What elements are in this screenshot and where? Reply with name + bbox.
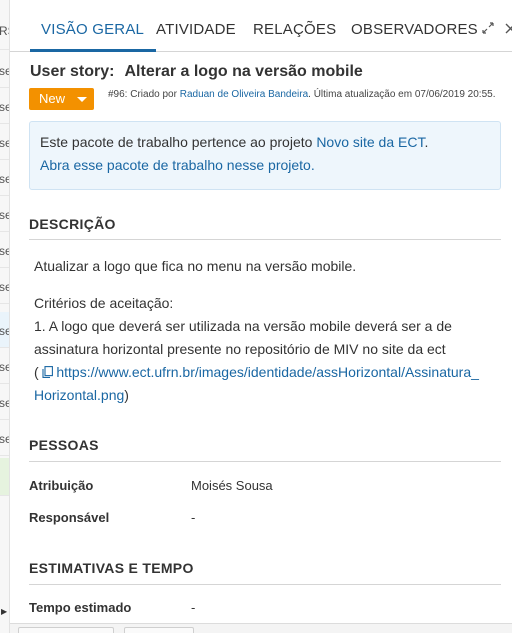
author-link[interactable]: Raduan de Oliveira Bandeira	[180, 89, 308, 100]
tab-relations[interactable]: RELAÇÕES	[253, 21, 336, 38]
divider	[29, 584, 501, 585]
list-item-highlighted[interactable]	[0, 458, 9, 496]
close-icon[interactable]	[505, 22, 512, 37]
repository-link[interactable]: https://www.ect.ufrn.br/images/identidad…	[56, 364, 479, 380]
attribute-value-responsible[interactable]: -	[191, 510, 195, 525]
description-link-line: ( https://www.ect.ufrn.br/images/identid…	[34, 364, 479, 380]
list-item-text: se	[0, 208, 9, 222]
work-package-meta: #96: Criado por Raduan de Oliveira Bande…	[108, 89, 508, 100]
list-item-text: se	[0, 100, 9, 114]
open-in-project-link[interactable]: Abra esse pacote de trabalho nesse proje…	[40, 157, 315, 173]
project-info-line: Este pacote de trabalho pertence ao proj…	[40, 134, 428, 150]
chevron-down-icon	[77, 97, 87, 102]
list-item[interactable]: RS	[0, 12, 9, 50]
list-item-text: se	[0, 136, 9, 150]
attribute-label-assignee: Atribuição	[29, 478, 94, 493]
list-item-text: RS	[0, 24, 9, 38]
project-info-text: Este pacote de trabalho pertence ao proj…	[40, 134, 317, 150]
project-info-box: Este pacote de trabalho pertence ao proj…	[29, 121, 501, 190]
list-item[interactable]: se	[0, 196, 9, 232]
description-paragraph: assinatura horizontal presente no reposi…	[34, 341, 446, 357]
expand-icon[interactable]	[482, 22, 494, 37]
section-heading-description: DESCRIÇÃO	[29, 216, 116, 232]
work-package-details-panel: VISÃO GERAL ATIVIDADE RELAÇÕES OBSERVADO…	[10, 0, 512, 633]
list-item[interactable]: se	[0, 312, 9, 348]
paren-open: (	[34, 364, 39, 380]
tab-bar: VISÃO GERAL ATIVIDADE RELAÇÕES OBSERVADO…	[10, 0, 512, 52]
toolbar-button[interactable]	[18, 627, 114, 633]
meta-suffix: . Última atualização em 07/06/2019 20:55…	[308, 89, 496, 100]
status-label: New	[39, 91, 66, 106]
divider	[29, 239, 501, 240]
work-package-title: User story: Alterar a logo na versão mobi…	[30, 63, 363, 81]
attribute-label-estimated-time: Tempo estimado	[29, 600, 132, 615]
list-item[interactable]: se	[0, 232, 9, 268]
list-item-text: se	[0, 396, 9, 410]
list-item[interactable]: se	[0, 268, 9, 304]
arrow-right-icon[interactable]: ▶	[1, 607, 7, 616]
attribute-value-assignee[interactable]: Moisés Sousa	[191, 478, 273, 493]
list-item-text: se	[0, 172, 9, 186]
meta-prefix: #96: Criado por	[108, 89, 180, 100]
toolbar-button[interactable]	[124, 627, 194, 633]
status-button[interactable]: New	[29, 88, 94, 110]
work-package-subject[interactable]: Alterar a logo na versão mobile	[124, 63, 362, 80]
list-item[interactable]: se	[0, 384, 9, 420]
list-item-text: se	[0, 432, 9, 446]
list-item[interactable]: se	[0, 420, 9, 456]
description-link-line: Horizontal.png)	[34, 387, 129, 403]
tab-watchers[interactable]: OBSERVADORES	[351, 21, 478, 38]
list-item-text: se	[0, 244, 9, 258]
divider	[29, 461, 501, 462]
list-item-text: se	[0, 360, 9, 374]
list-item[interactable]: se	[0, 124, 9, 160]
section-heading-people: PESSOAS	[29, 437, 99, 453]
tab-activity[interactable]: ATIVIDADE	[156, 21, 236, 38]
attribute-value-estimated-time[interactable]: -	[191, 600, 195, 615]
list-item-text: se	[0, 324, 9, 338]
active-tab-indicator	[30, 49, 156, 52]
work-package-type: User story:	[30, 63, 115, 80]
tab-overview[interactable]: VISÃO GERAL	[41, 21, 144, 38]
list-item[interactable]: se	[0, 160, 9, 196]
repository-link-end[interactable]: Horizontal.png	[34, 387, 124, 403]
attribute-label-responsible: Responsável	[29, 510, 110, 525]
list-item-text: se	[0, 280, 9, 294]
external-link-icon	[39, 366, 57, 380]
list-item[interactable]: se	[0, 348, 9, 384]
background-list: RS se se se se se se se se se se se	[0, 0, 10, 633]
description-paragraph: Atualizar a logo que fica no menu na ver…	[34, 258, 357, 274]
list-item[interactable]: se	[0, 88, 9, 124]
project-info-end: .	[424, 134, 429, 150]
list-item[interactable]: se	[0, 52, 9, 88]
section-heading-estimates: ESTIMATIVAS E TEMPO	[29, 560, 194, 576]
list-item-text: se	[0, 64, 9, 78]
description-paragraph: Critérios de aceitação:	[34, 295, 174, 311]
description-paragraph: 1. A logo que deverá ser utilizada na ve…	[34, 318, 452, 334]
paren-close: )	[124, 387, 129, 403]
project-link[interactable]: Novo site da ECT	[316, 134, 424, 150]
